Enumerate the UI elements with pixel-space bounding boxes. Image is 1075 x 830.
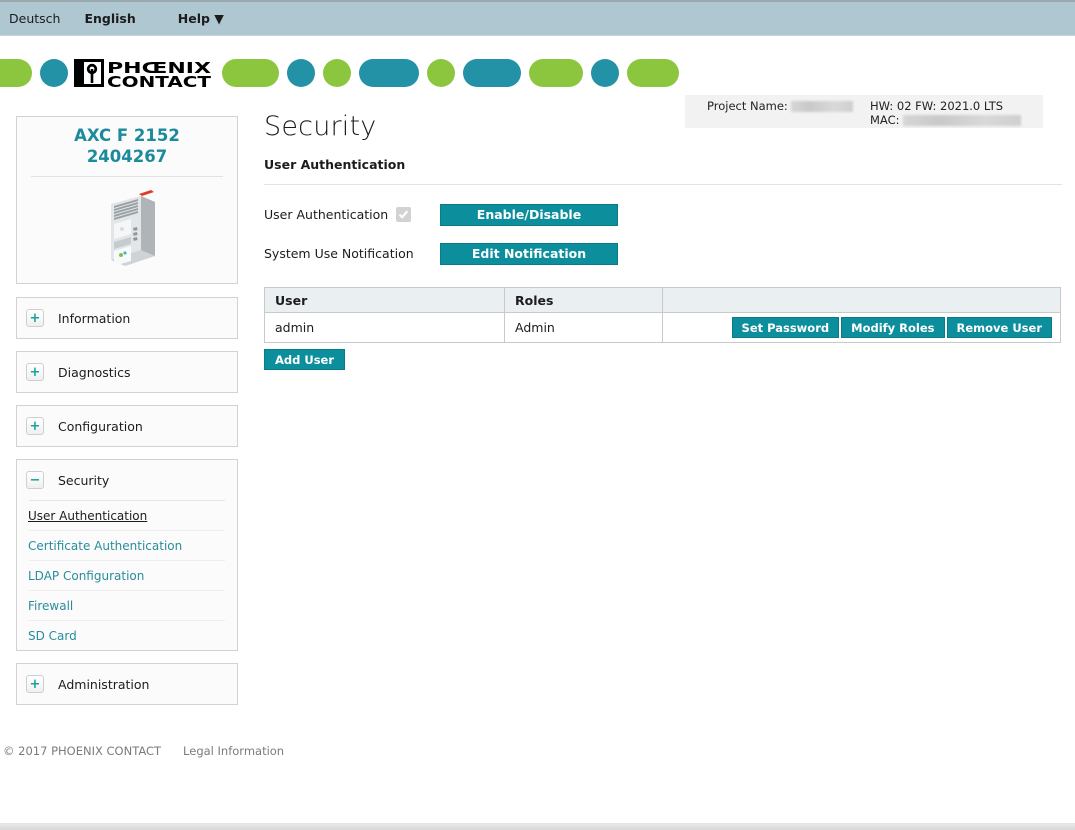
logo-dot-green-3 [323, 59, 351, 87]
svg-text:CONTACT: CONTACT [107, 73, 212, 89]
minus-icon[interactable]: − [26, 471, 44, 489]
logo-pill-teal-3 [359, 59, 419, 87]
phoenix-contact-logo-strip: PHŒNIX CONTACT [0, 57, 679, 89]
sidebar-item-diagnostics[interactable]: + Diagnostics [17, 352, 237, 392]
column-header-roles: Roles [504, 287, 663, 313]
page-body: AXC F 2152 2404267 + Information + Diagn… [0, 97, 1075, 830]
footer-separator [0, 823, 1075, 830]
sidebar-item-ldap-configuration[interactable]: LDAP Configuration [17, 561, 237, 590]
plus-icon[interactable]: + [26, 675, 44, 693]
logo-pill-green-5 [529, 59, 583, 87]
sidebar-panel-information[interactable]: + Information [16, 297, 238, 339]
set-password-button[interactable]: Set Password [731, 317, 840, 338]
language-bar: Deutsch English Help ▼ [0, 0, 1075, 36]
logo-pill-green-1 [0, 59, 32, 87]
phoenix-contact-wordmark-icon: PHŒNIX CONTACT [74, 57, 212, 89]
sidebar: AXC F 2152 2404267 + Information + Diagn… [16, 116, 238, 717]
sidebar-item-information[interactable]: + Information [17, 298, 237, 338]
modify-roles-button[interactable]: Modify Roles [841, 317, 945, 338]
help-menu[interactable]: Help ▼ [178, 11, 224, 26]
sidebar-item-sd-card[interactable]: SD Card [17, 621, 237, 650]
logo-dot-teal-2 [287, 59, 315, 87]
logo-pill-teal-4 [463, 59, 521, 87]
sidebar-panel-configuration[interactable]: + Configuration [16, 405, 238, 447]
logo-pill-green-6 [627, 59, 679, 87]
checkmark-icon [398, 210, 409, 219]
sidebar-item-label: Administration [58, 676, 150, 692]
sidebar-item-firewall[interactable]: Firewall [17, 591, 237, 620]
sidebar-item-label: Security [58, 472, 110, 488]
device-divider [31, 176, 223, 177]
user-authentication-label-group: User Authentication [264, 207, 440, 222]
column-header-user: User [264, 287, 505, 313]
device-order-number: 2404267 [86, 147, 168, 166]
add-user-button[interactable]: Add User [264, 349, 346, 370]
plus-icon[interactable]: + [26, 363, 44, 381]
sidebar-item-label: Diagnostics [58, 364, 131, 380]
remove-user-button[interactable]: Remove User [946, 317, 1052, 338]
legal-information-link[interactable]: Legal Information [183, 744, 284, 758]
table-row: admin Admin Set Password Modify Roles Re… [264, 312, 1061, 343]
edit-notification-button[interactable]: Edit Notification [440, 242, 618, 265]
language-link-deutsch[interactable]: Deutsch [9, 11, 60, 26]
page-header: PHŒNIX CONTACT Project Name: HW: 02 FW: … [0, 39, 1075, 128]
copyright-text: © 2017 PHOENIX CONTACT [3, 744, 162, 758]
row-action-buttons: Set Password Modify Roles Remove User [673, 317, 1060, 338]
main-content: Security User Authentication User Authen… [264, 111, 1062, 370]
sidebar-item-configuration[interactable]: + Configuration [17, 406, 237, 446]
sidebar-item-user-authentication[interactable]: User Authentication [17, 501, 237, 530]
device-info-panel: AXC F 2152 2404267 [16, 116, 238, 284]
section-divider [264, 184, 1062, 185]
user-authentication-label: User Authentication [264, 207, 389, 222]
sidebar-panel-administration[interactable]: + Administration [16, 663, 238, 705]
plus-icon[interactable]: + [26, 417, 44, 435]
enable-disable-button[interactable]: Enable/Disable [440, 203, 618, 226]
plus-icon[interactable]: + [26, 309, 44, 327]
sidebar-panel-diagnostics[interactable]: + Diagnostics [16, 351, 238, 393]
cell-user-name: admin [264, 312, 505, 343]
page-footer: © 2017 PHOENIX CONTACT Legal Information [0, 740, 1075, 762]
logo-dot-green-4 [427, 59, 455, 87]
logo-dot-teal-1 [40, 59, 68, 87]
sidebar-item-label: Configuration [58, 418, 143, 434]
user-authentication-row: User Authentication Enable/Disable [264, 199, 1062, 230]
table-header-row: User Roles [264, 287, 1061, 313]
page-title: Security [264, 111, 377, 142]
logo-dot-teal-5 [591, 59, 619, 87]
sidebar-item-security[interactable]: − Security [17, 460, 237, 500]
device-model: AXC F 2152 [74, 126, 180, 145]
plc-controller-image-icon [17, 181, 237, 273]
logo-pill-green-2 [222, 59, 279, 87]
sidebar-item-administration[interactable]: + Administration [17, 664, 237, 704]
cell-user-roles: Admin [504, 312, 663, 343]
sidebar-panel-security[interactable]: − Security User Authentication Certifica… [16, 459, 238, 651]
column-header-actions [662, 287, 1061, 313]
user-authentication-checkbox[interactable] [396, 207, 412, 222]
sidebar-item-label: Information [58, 310, 131, 326]
section-title: User Authentication [264, 157, 406, 172]
system-use-notification-row: System Use Notification Edit Notificatio… [264, 238, 1062, 269]
cell-user-actions: Set Password Modify Roles Remove User [662, 312, 1061, 343]
system-use-notification-label: System Use Notification [264, 246, 414, 261]
users-table: User Roles admin Admin Set Password Modi… [264, 287, 1061, 343]
language-link-english[interactable]: English [84, 11, 135, 26]
sidebar-item-certificate-authentication[interactable]: Certificate Authentication [17, 531, 237, 560]
